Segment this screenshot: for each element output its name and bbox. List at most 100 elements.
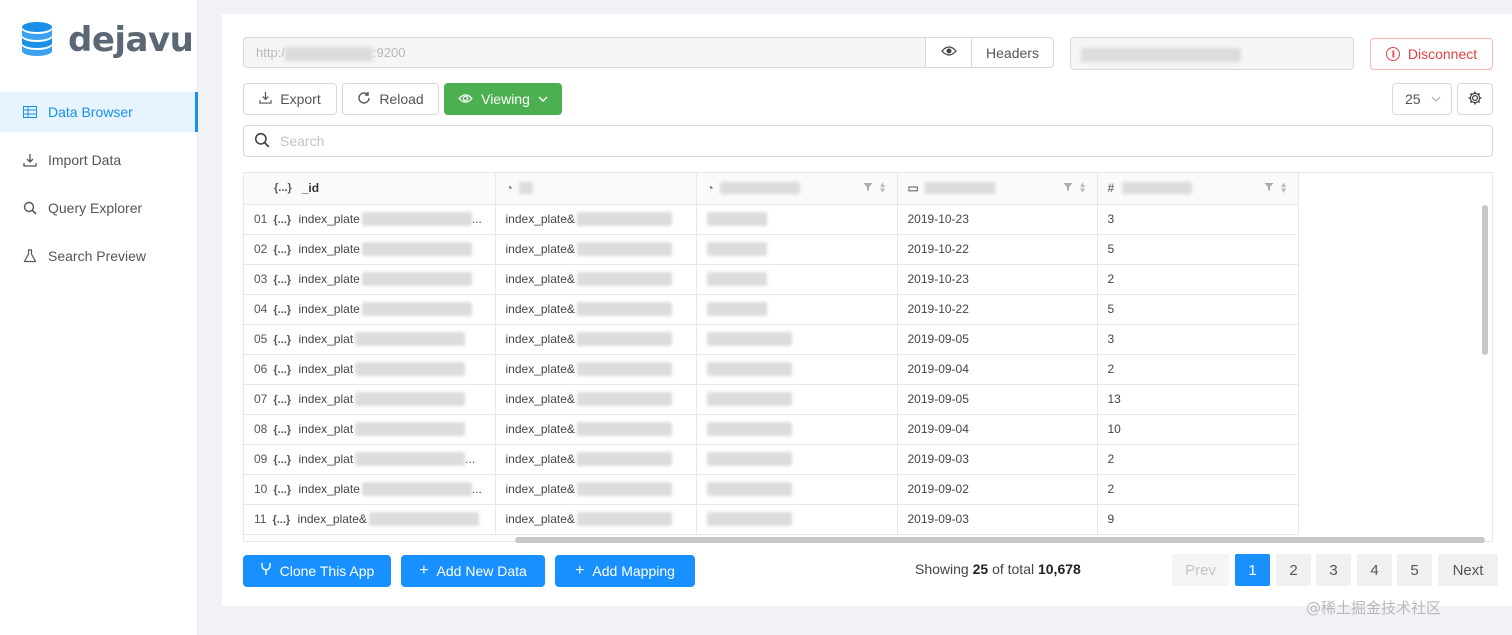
add-new-data-button[interactable]: + Add New Data <box>401 555 545 587</box>
table-row[interactable]: 04 {...} index_plate index_plate& 2019-10-2… <box>244 294 1299 325</box>
cell-date[interactable]: 2019-09-05 <box>897 384 1098 415</box>
sort-icon[interactable]: ▲ ▼ <box>1079 181 1087 195</box>
cell-id[interactable]: 07 {...} index_plat <box>244 384 496 415</box>
page-button-3[interactable]: 3 <box>1316 554 1351 586</box>
page-button-4[interactable]: 4 <box>1357 554 1392 586</box>
table-row[interactable]: 11 {...} index_plate& index_plate& 2019-09-… <box>244 504 1299 535</box>
cell-text-redacted[interactable] <box>696 264 898 295</box>
viewing-mode-dropdown[interactable]: Viewing <box>444 83 562 115</box>
cell-id[interactable]: 03 {...} index_plate <box>244 264 496 295</box>
disconnect-button[interactable]: || Disconnect <box>1370 38 1493 70</box>
filter-icon[interactable] <box>1063 182 1073 195</box>
cell-date[interactable]: 2019-09-02 <box>897 474 1098 505</box>
cell-number[interactable]: 2 <box>1097 444 1299 475</box>
column-header-5[interactable]: # ▲ ▼ <box>1097 173 1299 205</box>
clone-app-button[interactable]: Clone This App <box>243 555 391 587</box>
cell-text-redacted[interactable] <box>696 474 898 505</box>
cell-id[interactable]: 09 {...} index_plat... <box>244 444 496 475</box>
reload-button[interactable]: Reload <box>342 83 439 115</box>
cell-number[interactable]: 10 <box>1097 414 1299 445</box>
cell-text-redacted[interactable] <box>696 384 898 415</box>
cell-text-redacted[interactable] <box>696 504 898 535</box>
cell-text-redacted[interactable] <box>696 354 898 385</box>
prev-page-button[interactable]: Prev <box>1172 554 1229 586</box>
cell-date[interactable]: 2019-09-03 <box>897 504 1098 535</box>
sort-icon[interactable]: ▲ ▼ <box>879 181 887 195</box>
page-button-1[interactable]: 1 <box>1235 554 1270 586</box>
page-button-2[interactable]: 2 <box>1276 554 1311 586</box>
cell-number[interactable]: 3 <box>1097 324 1299 355</box>
cell-number[interactable]: 2 <box>1097 264 1299 295</box>
page-size-select[interactable]: 25 <box>1392 83 1452 115</box>
horizontal-scrollbar[interactable] <box>515 537 1485 543</box>
settings-button[interactable] <box>1457 83 1493 115</box>
cell-id[interactable]: 10 {...} index_plate... <box>244 474 496 505</box>
table-row[interactable]: 10 {...} index_plate... index_plate& 2019-0… <box>244 474 1299 505</box>
table-row[interactable]: 08 {...} index_plat index_plate& 2019-09-04… <box>244 414 1299 445</box>
cell-number[interactable]: 3 <box>1097 204 1299 235</box>
cell-date[interactable]: 2019-09-03 <box>897 444 1098 475</box>
table-row[interactable]: 01 {...} index_plate... index_plate& 2019-1… <box>244 204 1299 235</box>
cell-id[interactable]: 05 {...} index_plat <box>244 324 496 355</box>
table-row[interactable]: 07 {...} index_plat index_plate& 2019-09-05… <box>244 384 1299 415</box>
cell-text[interactable]: index_plate& <box>495 294 697 325</box>
cell-number[interactable]: 2 <box>1097 474 1299 505</box>
cell-text-redacted[interactable] <box>696 444 898 475</box>
export-button[interactable]: Export <box>243 83 337 115</box>
column-header-3[interactable]: ◔ ▲ ▼ <box>696 173 898 205</box>
url-field[interactable]: http:/:9200 <box>243 37 926 68</box>
sidebar-item-import-data[interactable]: Import Data <box>0 140 198 180</box>
cell-text[interactable]: index_plate& <box>495 264 697 295</box>
cell-text-redacted[interactable] <box>696 204 898 235</box>
vertical-scrollbar[interactable] <box>1482 205 1488 355</box>
filter-icon[interactable] <box>863 182 873 195</box>
sidebar-item-search-preview[interactable]: Search Preview <box>0 236 198 276</box>
cell-id[interactable]: 02 {...} index_plate <box>244 234 496 265</box>
add-mapping-button[interactable]: + Add Mapping <box>555 555 695 587</box>
table-row[interactable]: 09 {...} index_plat... index_plate& 2019-09… <box>244 444 1299 475</box>
column-header-4[interactable]: ▭ ▲ ▼ <box>897 173 1098 205</box>
sort-icon[interactable]: ▲ ▼ <box>1280 181 1288 195</box>
table-row[interactable]: 03 {...} index_plate index_plate& 2019-10-2… <box>244 264 1299 295</box>
cell-date[interactable]: 2019-09-05 <box>897 324 1098 355</box>
cell-id[interactable]: 11 {...} index_plate& <box>244 504 496 535</box>
cell-text[interactable]: index_plate& <box>495 444 697 475</box>
cell-number[interactable]: 5 <box>1097 234 1299 265</box>
cell-id[interactable]: 04 {...} index_plate <box>244 294 496 325</box>
cell-date[interactable]: 2019-09-04 <box>897 354 1098 385</box>
cell-number[interactable]: 9 <box>1097 504 1299 535</box>
toggle-visibility-button[interactable] <box>926 37 972 68</box>
table-row[interactable]: 06 {...} index_plat index_plate& 2019-09-04… <box>244 354 1299 385</box>
cell-number[interactable]: 2 <box>1097 354 1299 385</box>
column-header-2[interactable]: ◔ <box>495 173 697 205</box>
cell-text-redacted[interactable] <box>696 414 898 445</box>
headers-button[interactable]: Headers <box>971 37 1054 68</box>
table-row[interactable]: 02 {...} index_plate index_plate& 2019-10-2… <box>244 234 1299 265</box>
cell-date[interactable]: 2019-09-04 <box>897 414 1098 445</box>
cell-text[interactable]: index_plate& <box>495 324 697 355</box>
search-input[interactable] <box>280 133 880 149</box>
cell-id[interactable]: 08 {...} index_plat <box>244 414 496 445</box>
sidebar-item-query-explorer[interactable]: Query Explorer <box>0 188 198 228</box>
cell-date[interactable]: 2019-10-22 <box>897 294 1098 325</box>
cell-date[interactable]: 2019-10-23 <box>897 204 1098 235</box>
cell-text-redacted[interactable] <box>696 234 898 265</box>
cell-text[interactable]: index_plate& <box>495 384 697 415</box>
cell-date[interactable]: 2019-10-22 <box>897 234 1098 265</box>
cell-number[interactable]: 13 <box>1097 384 1299 415</box>
cell-text[interactable]: index_plate& <box>495 414 697 445</box>
column-header-id[interactable]: {...} _id <box>244 173 496 205</box>
cell-text-redacted[interactable] <box>696 294 898 325</box>
cell-text[interactable]: index_plate& <box>495 354 697 385</box>
cell-text[interactable]: index_plate& <box>495 504 697 535</box>
cell-text-redacted[interactable] <box>696 324 898 355</box>
next-page-button[interactable]: Next <box>1438 554 1498 586</box>
sidebar-item-data-browser[interactable]: Data Browser <box>0 92 198 132</box>
cell-text[interactable]: index_plate& <box>495 204 697 235</box>
cell-number[interactable]: 5 <box>1097 294 1299 325</box>
table-row[interactable]: 05 {...} index_plat index_plate& 2019-09-05… <box>244 324 1299 355</box>
cell-text[interactable]: index_plate& <box>495 474 697 505</box>
app-name-field[interactable] <box>1070 37 1354 70</box>
cell-id[interactable]: 06 {...} index_plat <box>244 354 496 385</box>
cell-text[interactable]: index_plate& <box>495 234 697 265</box>
